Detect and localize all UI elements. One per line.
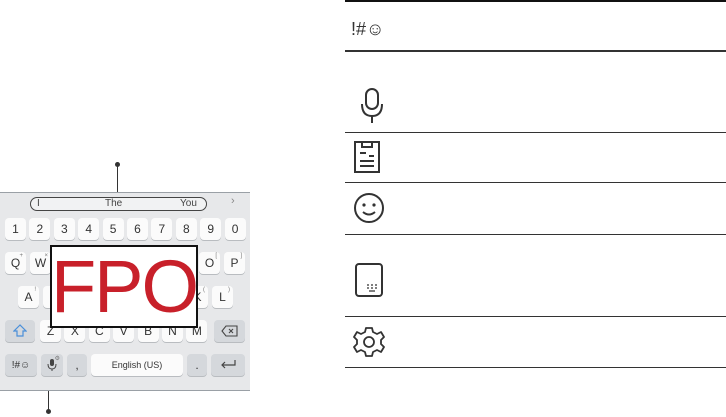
symbols-icon: !#☺ [351,19,385,39]
suggestion-3[interactable]: You [180,198,197,210]
key-w[interactable]: W × [30,252,51,274]
backspace-icon [220,325,238,337]
shift-key[interactable] [5,320,35,342]
microphone-icon [361,88,383,123]
enter-key[interactable] [211,354,245,376]
voice-key[interactable]: ⚙ [41,354,63,376]
key-o[interactable]: O[ [199,252,220,274]
settings-icon [353,327,385,357]
key-q[interactable]: Q + [5,252,26,274]
key-3[interactable]: 3 [53,218,75,240]
comma-key[interactable]: , [67,354,87,376]
key-0[interactable]: 0 [224,218,246,240]
symbols-key[interactable]: !#☺ [5,354,37,376]
key-5[interactable]: 5 [102,218,124,240]
samsung-keyboard: I The You › Q+ W× O[ P] A! S K( L) [0,192,250,391]
shift-arrow-icon [13,324,27,337]
table-row-emoji [345,183,726,235]
key-2[interactable]: 2 [29,218,51,240]
callout-dot-bottom [46,409,51,414]
enter-icon [221,360,236,369]
key-1[interactable]: 1 [5,218,26,240]
keyboard-size-icon [355,263,383,297]
table-row-settings [345,317,726,368]
space-bar[interactable]: English (US) [91,354,183,376]
key-9[interactable]: 9 [200,218,222,240]
suggestion-1[interactable]: I [37,198,40,210]
clipboard-icon [354,141,380,173]
chevron-right-icon[interactable]: › [231,195,235,207]
table-row-voice [345,52,726,133]
key-a[interactable]: A! [18,286,39,308]
table-row-symbols: !#☺ [345,2,726,52]
key-6[interactable]: 6 [127,218,148,240]
key-p[interactable]: P] [224,252,245,274]
period-key[interactable]: . [187,354,207,376]
fpo-placeholder: FPO [50,244,199,328]
emoji-icon [354,193,384,223]
key-4[interactable]: 4 [78,218,100,240]
suggestion-2[interactable]: The [105,198,122,210]
backspace-key[interactable] [214,320,245,342]
key-l[interactable]: L) [212,286,233,308]
key-8[interactable]: 8 [175,218,197,240]
table-row-keyboard-size [345,235,726,317]
key-7[interactable]: 7 [151,218,173,240]
suggestion-bar[interactable]: I The You [30,197,207,211]
table-row-clipboard [345,133,726,183]
